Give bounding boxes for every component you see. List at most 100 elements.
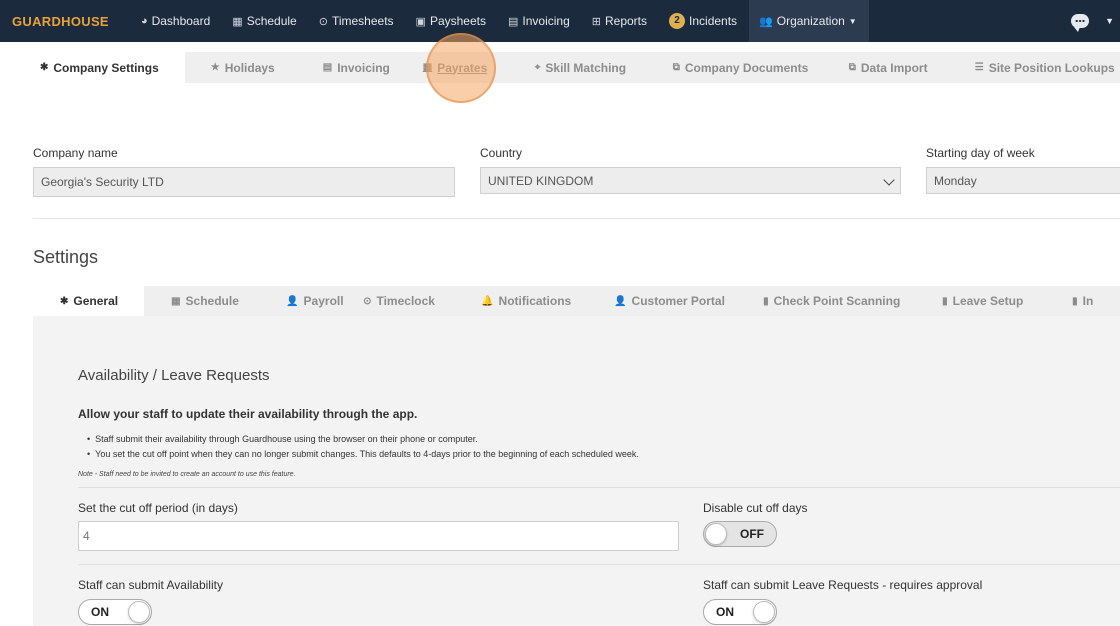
toggle-knob: [753, 601, 775, 623]
tab-label: Check Point Scanning: [773, 294, 901, 308]
cutoff-input[interactable]: 4: [78, 521, 679, 551]
tab-skill-matching[interactable]: ⌖ Skill Matching: [535, 52, 673, 83]
toggle-knob: [128, 601, 150, 623]
chevron-down-icon[interactable]: ▼: [1105, 16, 1114, 26]
disable-cutoff-toggle[interactable]: OFF: [703, 521, 777, 547]
divider: [78, 564, 1120, 565]
tab-label: Payroll: [303, 294, 344, 308]
tab-label: Company Documents: [684, 60, 809, 75]
nav-incidents[interactable]: 2 Incidents: [659, 0, 749, 42]
divider: [78, 487, 1120, 488]
tab-check-point-scanning[interactable]: ▮ Check Point Scanning: [763, 286, 942, 317]
nav-label: Organization: [776, 14, 845, 28]
calendar-icon: ▦: [422, 62, 433, 73]
gear-icon: ✱: [60, 295, 69, 307]
nav-label: Timesheets: [331, 14, 394, 28]
cutoff-label: Set the cut off period (in days): [78, 501, 238, 515]
availability-note: Note - Staff need to be invited to creat…: [78, 471, 296, 478]
start-day-value: Monday: [934, 173, 977, 188]
tab-label: Company Settings: [53, 60, 159, 75]
cutoff-value: 4: [83, 529, 90, 543]
availability-label: Staff can submit Availability: [78, 578, 223, 592]
money-icon: ▣: [415, 15, 426, 28]
tab-label: Notifications: [498, 294, 572, 308]
table-icon: ⊞: [591, 15, 601, 28]
chat-icon[interactable]: [1071, 14, 1090, 32]
file-icon: ▮: [1072, 295, 1078, 307]
tab-general[interactable]: ✱ General: [33, 285, 145, 317]
nav-label: Schedule: [246, 14, 297, 28]
company-name-value: Georgia's Security LTD: [41, 175, 164, 189]
country-select[interactable]: UNITED KINGDOM: [480, 167, 901, 194]
company-name-input[interactable]: Georgia's Security LTD: [33, 167, 455, 197]
nav-label: Paysheets: [429, 14, 486, 28]
nav-organization[interactable]: 👥 Organization ▼: [749, 0, 869, 42]
tab-invoicing[interactable]: ▤ Invoicing: [297, 52, 423, 83]
tab-label: In: [1082, 294, 1094, 308]
gear-icon: ✱: [40, 62, 49, 73]
company-name-label: Company name: [33, 146, 118, 160]
bell-icon: 🔔: [481, 295, 494, 307]
country-label: Country: [480, 146, 523, 160]
incidents-count-badge: 2: [669, 13, 686, 29]
toggle-state: OFF: [740, 527, 764, 541]
tab-site-position-lookups[interactable]: ☰ Site Position Lookups: [975, 52, 1115, 83]
settings-title: Settings: [33, 247, 99, 267]
nav-label: Incidents: [689, 14, 738, 28]
nav-paysheets[interactable]: ▣ Paysheets: [406, 0, 498, 42]
tab-label: Payrates: [437, 60, 488, 75]
availability-subheading: Allow your staff to update their availab…: [78, 407, 418, 421]
toggle-state: ON: [91, 605, 109, 619]
nav-reports[interactable]: ⊞ Reports: [582, 0, 659, 42]
tab-schedule[interactable]: ▦ Schedule: [144, 286, 261, 317]
copy-icon: ⧉: [848, 62, 856, 73]
availability-heading: Availability / Leave Requests: [78, 367, 270, 384]
leave-requests-toggle[interactable]: ON: [703, 599, 777, 625]
dashboard-icon: ◕: [140, 15, 148, 27]
users-icon: 👥: [759, 15, 773, 28]
list-icon: ▤: [322, 62, 333, 73]
tab-payroll[interactable]: 👤 Payroll: [261, 286, 363, 317]
invoice-icon: ▤: [507, 15, 519, 28]
nav-dashboard[interactable]: ◕ Dashboard: [131, 0, 222, 42]
file-icon: ▮: [763, 295, 769, 307]
availability-toggle[interactable]: ON: [78, 599, 152, 625]
user-icon: 👤: [614, 295, 627, 307]
list-icon: ☰: [974, 62, 984, 73]
availability-bullets: Staff submit their availability through …: [87, 432, 639, 461]
tab-payrates[interactable]: ▦ Payrates: [423, 52, 535, 83]
tab-label: General: [73, 294, 119, 308]
chevron-down-icon: ▼: [848, 16, 857, 26]
tab-data-import[interactable]: ⧉ Data Import: [849, 52, 975, 83]
top-navbar: GUARDHOUSE ◕ Dashboard ▦ Schedule ⊙ Time…: [0, 0, 1120, 42]
nav-invoicing[interactable]: ▤ Invoicing: [498, 0, 582, 42]
star-icon: ★: [210, 62, 220, 73]
crosshair-icon: ⌖: [534, 62, 541, 73]
clock-icon: ⊙: [318, 15, 328, 28]
tab-in[interactable]: ▮ In: [1072, 286, 1112, 317]
tab-company-settings[interactable]: ✱ Company Settings: [12, 52, 185, 83]
tab-label: Customer Portal: [631, 294, 725, 308]
tab-leave-setup[interactable]: ▮ Leave Setup: [942, 286, 1072, 317]
tab-label: Holidays: [224, 60, 275, 75]
brand-logo[interactable]: GUARDHOUSE: [12, 14, 109, 29]
tab-company-documents[interactable]: ⧉ Company Documents: [673, 52, 849, 83]
tab-holidays[interactable]: ★ Holidays: [185, 52, 297, 83]
start-day-select[interactable]: Monday: [926, 167, 1120, 194]
file-icon: ▮: [942, 295, 948, 307]
calendar-icon: ▦: [171, 295, 181, 307]
nav-timesheets[interactable]: ⊙ Timesheets: [309, 0, 406, 42]
tab-notifications[interactable]: 🔔 Notifications: [481, 286, 614, 317]
list-item: You set the cut off point when they can …: [87, 447, 639, 462]
tab-label: Timeclock: [376, 294, 435, 308]
chevron-down-icon: [883, 174, 895, 186]
nav-schedule[interactable]: ▦ Schedule: [222, 0, 308, 42]
start-day-label: Starting day of week: [926, 146, 1035, 160]
tab-label: Site Position Lookups: [988, 60, 1115, 75]
leave-requests-label: Staff can submit Leave Requests - requir…: [703, 578, 983, 592]
tab-timeclock[interactable]: ⊙ Timeclock: [363, 286, 481, 317]
nav-label: Dashboard: [151, 14, 211, 28]
tab-label: Skill Matching: [545, 60, 627, 75]
copy-icon: ⧉: [672, 62, 680, 73]
tab-customer-portal[interactable]: 👤 Customer Portal: [614, 286, 763, 317]
